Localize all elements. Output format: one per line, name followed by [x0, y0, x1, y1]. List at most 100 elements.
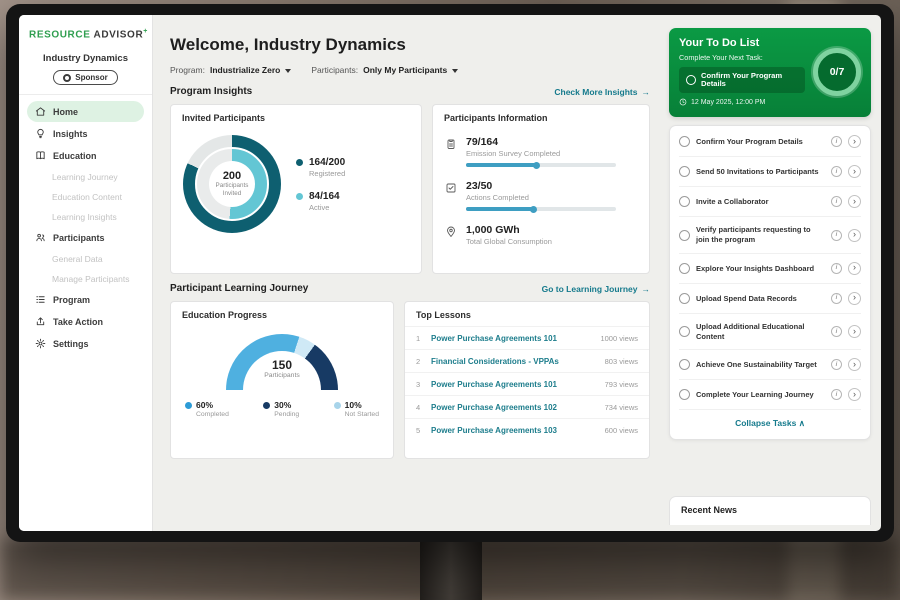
- next-task-row[interactable]: Confirm Your Program Details: [679, 67, 805, 93]
- sidebar-item-learning-insights[interactable]: Learning Insights: [27, 207, 144, 226]
- sidebar-item-participants[interactable]: Participants: [27, 227, 144, 248]
- sidebar-item-insights[interactable]: Insights: [27, 123, 144, 144]
- sidebar-item-label: General Data: [52, 254, 103, 264]
- sidebar-item-take-action[interactable]: Take Action: [27, 311, 144, 332]
- lesson-title-link[interactable]: Power Purchase Agreements 102: [431, 403, 597, 412]
- task-row-verify-participants[interactable]: Verify participants requesting to join t…: [679, 217, 861, 254]
- sidebar-item-program[interactable]: Program: [27, 289, 144, 310]
- info-icon[interactable]: i: [831, 166, 842, 177]
- consumption-label: Total Global Consumption: [466, 237, 552, 246]
- todo-summary-card: Your To Do List Complete Your Next Task:…: [669, 28, 871, 117]
- education-progress-card: Education Progress 150 Participants: [170, 301, 394, 459]
- info-icon[interactable]: i: [831, 359, 842, 370]
- info-icon[interactable]: i: [831, 326, 842, 337]
- lesson-rank: 3: [416, 380, 423, 389]
- checkbox-icon[interactable]: [679, 196, 690, 207]
- lesson-views: 1000 views: [600, 334, 638, 343]
- info-icon[interactable]: i: [831, 293, 842, 304]
- info-icon[interactable]: i: [831, 389, 842, 400]
- chevron-right-icon[interactable]: ›: [848, 262, 861, 275]
- sidebar-item-manage-participants[interactable]: Manage Participants: [27, 269, 144, 288]
- chevron-right-icon[interactable]: ›: [848, 195, 861, 208]
- lesson-title-link[interactable]: Power Purchase Agreements 101: [431, 334, 592, 343]
- task-row-confirm-program[interactable]: Confirm Your Program Details i ›: [679, 127, 861, 157]
- lesson-row[interactable]: 3 Power Purchase Agreements 101 793 view…: [405, 372, 649, 395]
- info-icon[interactable]: i: [831, 196, 842, 207]
- app-window: RESOURCE ADVISOR+ Industry Dynamics Spon…: [19, 15, 881, 531]
- info-icon[interactable]: i: [831, 230, 842, 241]
- checklist-icon: [445, 182, 457, 194]
- task-row-upload-spend-data[interactable]: Upload Spend Data Records i ›: [679, 284, 861, 314]
- checkbox-icon[interactable]: [686, 75, 696, 85]
- participants-select[interactable]: Participants: Only My Participants: [311, 65, 458, 75]
- sidebar-item-home[interactable]: Home: [27, 101, 144, 122]
- task-row-send-invitations[interactable]: Send 50 Invitations to Participants i ›: [679, 157, 861, 187]
- lesson-row[interactable]: 1 Power Purchase Agreements 101 1000 vie…: [405, 326, 649, 349]
- todo-progress-ring: 0/7: [813, 48, 861, 96]
- sidebar-item-label: Education: [53, 151, 97, 161]
- people-icon: [35, 232, 46, 243]
- sidebar-item-general-data[interactable]: General Data: [27, 249, 144, 268]
- lesson-row[interactable]: 2 Financial Considerations - VPPAs 803 v…: [405, 349, 649, 372]
- task-row-complete-learning-journey[interactable]: Complete Your Learning Journey i ›: [679, 380, 861, 410]
- chevron-right-icon[interactable]: ›: [848, 325, 861, 338]
- info-icon[interactable]: i: [831, 136, 842, 147]
- chevron-right-icon[interactable]: ›: [848, 229, 861, 242]
- lesson-rank: 2: [416, 357, 423, 366]
- legend-not-started: 10% Not Started: [334, 400, 379, 418]
- sidebar-item-education-content[interactable]: Education Content: [27, 187, 144, 206]
- chevron-right-icon[interactable]: ›: [848, 292, 861, 305]
- sidebar-item-education[interactable]: Education: [27, 145, 144, 166]
- task-label: Upload Additional Educational Content: [696, 322, 825, 342]
- participants-label: Participants:: [311, 65, 358, 75]
- checkbox-icon[interactable]: [679, 136, 690, 147]
- checkbox-icon[interactable]: [679, 166, 690, 177]
- chevron-right-icon[interactable]: ›: [848, 135, 861, 148]
- task-row-achieve-sustainability-target[interactable]: Achieve One Sustainability Target i ›: [679, 350, 861, 380]
- emission-survey-progress: [466, 163, 616, 167]
- lesson-rank: 5: [416, 426, 423, 435]
- sidebar-item-learning-journey[interactable]: Learning Journey: [27, 167, 144, 186]
- collapse-tasks-link[interactable]: Collapse Tasks ∧: [679, 410, 861, 438]
- checkbox-icon[interactable]: [679, 293, 690, 304]
- lesson-rank: 1: [416, 334, 423, 343]
- task-row-invite-collaborator[interactable]: Invite a Collaborator i ›: [679, 187, 861, 217]
- checkbox-icon[interactable]: [679, 263, 690, 274]
- checkbox-icon[interactable]: [679, 359, 690, 370]
- book-icon: [35, 150, 46, 161]
- sidebar-divider: [19, 94, 152, 95]
- info-icon[interactable]: i: [831, 263, 842, 274]
- sponsor-badge-icon: [63, 74, 71, 82]
- checkbox-icon[interactable]: [679, 230, 690, 241]
- checkbox-icon[interactable]: [679, 389, 690, 400]
- lesson-row[interactable]: 5 Power Purchase Agreements 103 600 view…: [405, 418, 649, 441]
- sidebar-item-label: Program: [53, 295, 90, 305]
- card-title: Education Progress: [171, 302, 393, 326]
- lesson-title-link[interactable]: Power Purchase Agreements 103: [431, 426, 597, 435]
- link-label: Go to Learning Journey: [542, 284, 638, 294]
- sidebar-item-settings[interactable]: Settings: [27, 333, 144, 354]
- check-more-insights-link[interactable]: Check More Insights →: [554, 87, 650, 97]
- chevron-right-icon[interactable]: ›: [848, 358, 861, 371]
- actions-completed-progress: [466, 207, 616, 211]
- checkbox-icon[interactable]: [679, 326, 690, 337]
- arrow-right-icon: →: [642, 284, 651, 294]
- todo-title: Your To Do List: [679, 37, 805, 49]
- task-row-explore-insights[interactable]: Explore Your Insights Dashboard i ›: [679, 254, 861, 284]
- learning-cards-row: Education Progress 150 Participants: [170, 301, 650, 459]
- lesson-row[interactable]: 4 Power Purchase Agreements 102 734 view…: [405, 395, 649, 418]
- chevron-right-icon[interactable]: ›: [848, 165, 861, 178]
- legend-registered: 164/200 Registered: [296, 157, 345, 178]
- actions-completed-value: 23/50: [466, 180, 616, 192]
- chevron-right-icon[interactable]: ›: [848, 388, 861, 401]
- recent-news-header[interactable]: Recent News: [669, 496, 871, 525]
- program-select[interactable]: Program: Industrialize Zero: [170, 65, 291, 75]
- registered-value: 164/200: [309, 157, 345, 168]
- consumption-row: 1,000 GWh Total Global Consumption: [433, 217, 649, 252]
- lesson-title-link[interactable]: Financial Considerations - VPPAs: [431, 357, 597, 366]
- sidebar-item-label: Insights: [53, 129, 88, 139]
- task-row-upload-educational-content[interactable]: Upload Additional Educational Content i …: [679, 314, 861, 351]
- sponsor-badge[interactable]: Sponsor: [53, 70, 117, 85]
- lesson-title-link[interactable]: Power Purchase Agreements 101: [431, 380, 597, 389]
- go-to-learning-journey-link[interactable]: Go to Learning Journey →: [542, 284, 650, 294]
